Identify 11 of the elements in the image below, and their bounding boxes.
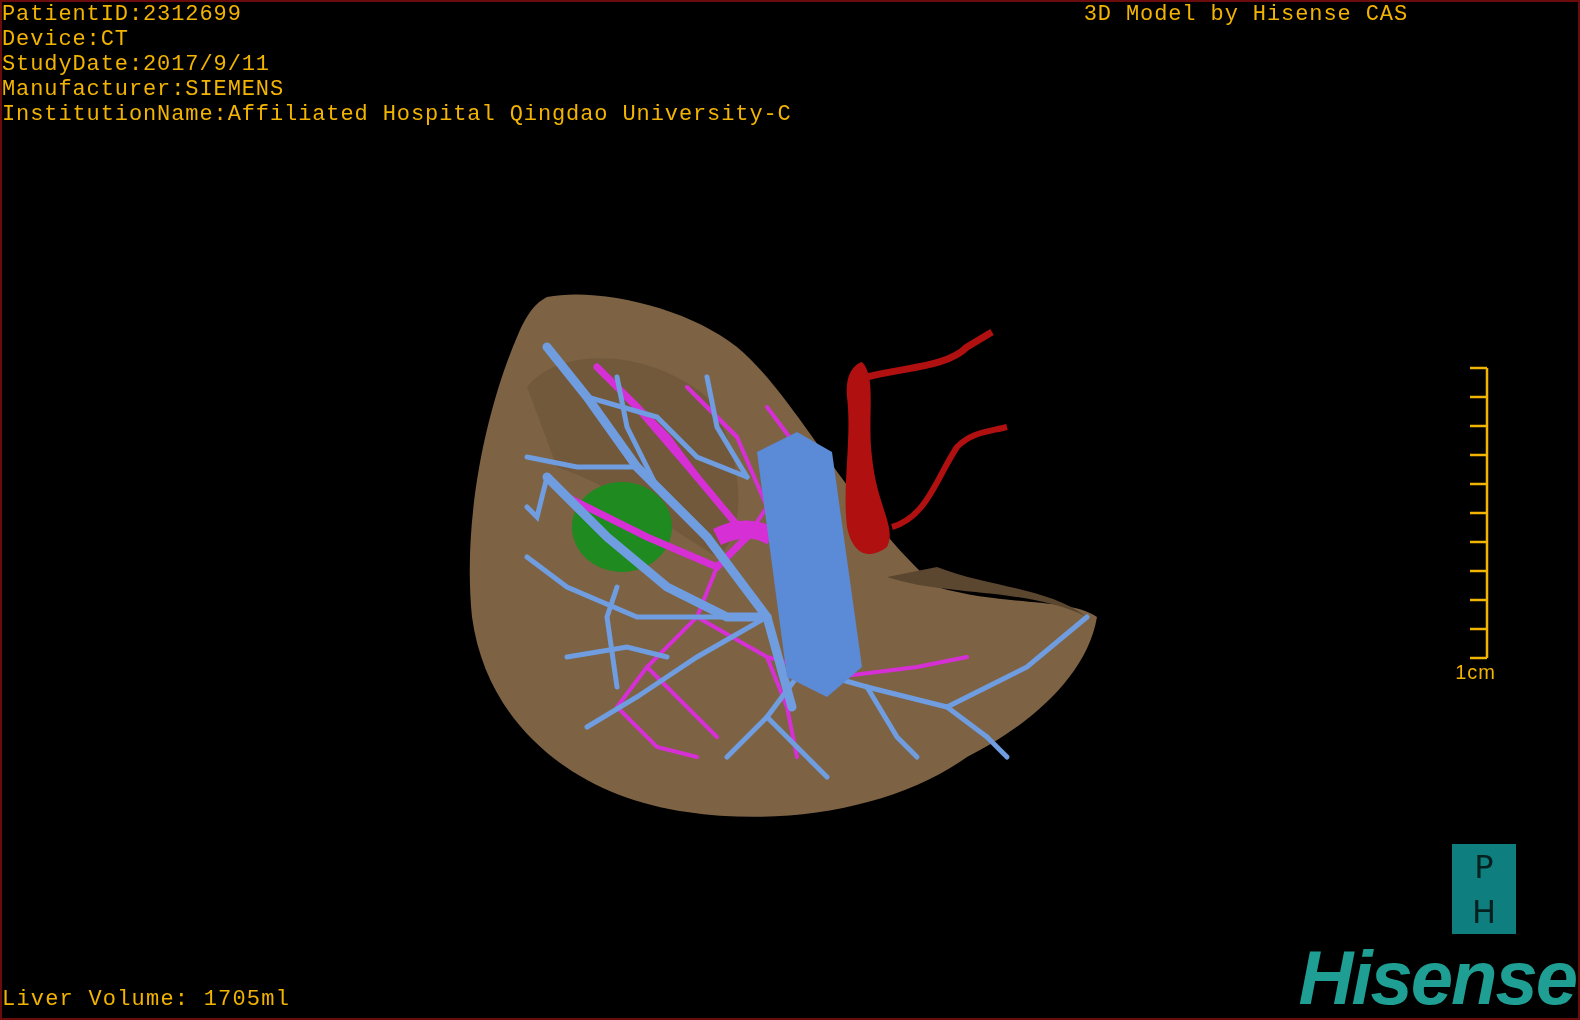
info-text: Manufacturer:SIEMENS (2, 77, 286, 102)
info-text: StudyDate:2017/9/11 (2, 52, 271, 77)
info-text: Device:CT (2, 27, 130, 52)
viewer-title: 3D Model by Hisense CAS (1083, 2, 1408, 27)
badge-letter: H (1471, 893, 1497, 930)
info-text: PatientID:2312699 (2, 2, 243, 27)
scale-label: 1cm (1455, 661, 1496, 683)
liver-volume-text: Liver Volume: 1705ml (2, 987, 291, 1012)
info-text: InstitutionName:Affiliated Hospital Qingdao University-C (2, 102, 792, 127)
logo-wordmark: Hisense (1298, 942, 1576, 1014)
badge-letter: P (1474, 848, 1494, 885)
